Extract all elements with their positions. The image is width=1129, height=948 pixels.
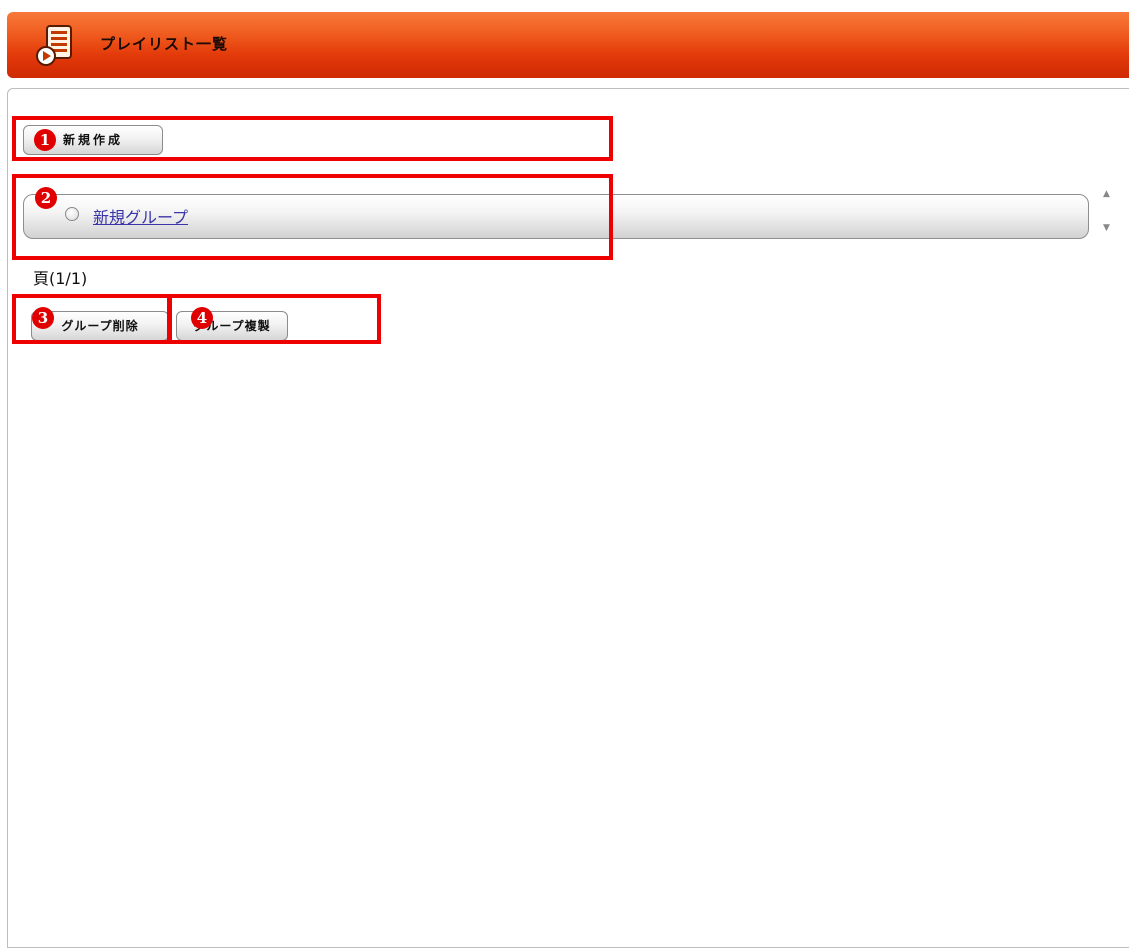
annotation-badge-2: 2 <box>35 187 57 209</box>
page-title: プレイリスト一覧 <box>100 35 229 53</box>
annotation-badge-3: 3 <box>32 307 54 329</box>
annotation-box-1 <box>12 116 613 161</box>
scrollbar[interactable]: ▲ ▼ <box>1097 181 1117 243</box>
paging-indicator: 頁(1/1) <box>33 269 88 288</box>
scroll-up-icon[interactable]: ▲ <box>1103 190 1110 199</box>
page-header: プレイリスト一覧 <box>7 12 1129 78</box>
annotation-badge-1: 1 <box>34 129 56 151</box>
annotation-badge-4: 4 <box>191 307 213 329</box>
scroll-down-icon[interactable]: ▼ <box>1103 224 1110 233</box>
playlist-icon <box>36 25 72 66</box>
annotation-box-2 <box>12 174 613 260</box>
